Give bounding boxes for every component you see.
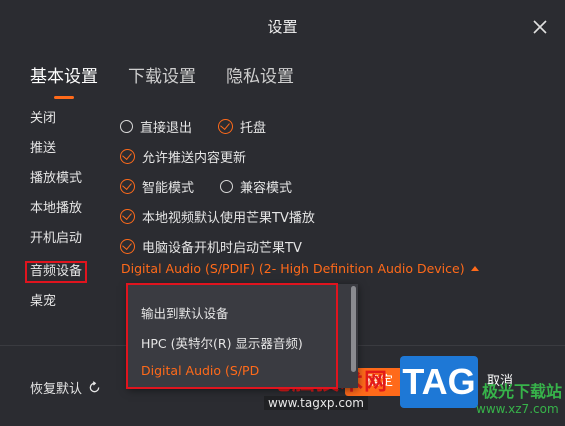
- option-label: 电脑设备开机时启动芒果TV: [142, 240, 302, 256]
- audio-device-selected: Digital Audio (S/PDIF) (2- High Definiti…: [121, 261, 465, 276]
- option-label: 智能模式: [142, 180, 195, 196]
- checkbox-checked-icon: [120, 148, 135, 164]
- settings-sidebar: 关闭 推送 播放模式 本地播放 开机启动 音频设备 桌宠: [25, 110, 88, 323]
- sidebar-item-push[interactable]: 推送: [30, 140, 87, 170]
- caret-up-icon: [470, 266, 479, 271]
- tab-bar: 基本设置 下载设置 隐私设置: [30, 62, 294, 99]
- audio-device-dropdown: 输出到默认设备 HPC (英特尔(R) 显示器音频) Digital Audio…: [128, 284, 358, 388]
- restore-label: 恢复默认: [30, 382, 83, 397]
- tab-basic-settings[interactable]: 基本设置: [30, 62, 98, 99]
- tab-privacy-settings[interactable]: 隐私设置: [226, 62, 294, 87]
- watermark-site2-url: www.xz7.com: [476, 402, 559, 416]
- dialog-title: 设置: [267, 18, 298, 36]
- option-label: 兼容模式: [240, 180, 293, 196]
- close-tray-radio[interactable]: 托盘: [218, 117, 266, 136]
- sidebar-item-autostart[interactable]: 开机启动: [30, 230, 87, 260]
- close-options-row: 直接退出 托盘: [120, 111, 341, 141]
- settings-options: 直接退出 托盘 允许推送内容更新 智能模式 兼容模式 本地视频默认使用芒果TV播…: [120, 111, 341, 261]
- tab-label: 下载设置: [128, 67, 196, 87]
- tab-download-settings[interactable]: 下载设置: [128, 62, 196, 87]
- checkbox-checked-icon: [120, 208, 135, 224]
- checkbox-checked-icon: [120, 238, 135, 254]
- push-update-checkbox[interactable]: 允许推送内容更新: [120, 147, 246, 166]
- radio-unchecked-icon: [220, 179, 234, 193]
- tag-logo: TAG: [400, 356, 478, 408]
- sidebar-item-play-mode[interactable]: 播放模式: [30, 170, 87, 200]
- close-icon[interactable]: [529, 16, 551, 38]
- local-play-row: 本地视频默认使用芒果TV播放: [120, 201, 341, 231]
- option-label: 托盘: [240, 120, 267, 136]
- push-options-row: 允许推送内容更新: [120, 141, 341, 171]
- sidebar-item-close[interactable]: 关闭: [30, 110, 87, 140]
- active-tab-indicator: [54, 96, 74, 99]
- dropdown-option-digital-audio[interactable]: Digital Audio (S/PD: [141, 363, 259, 378]
- sidebar-item-local-play[interactable]: 本地播放: [30, 200, 87, 230]
- tab-label: 基本设置: [30, 67, 98, 87]
- watermark-site-url: www.tagxp.com: [264, 396, 368, 410]
- sidebar-item-audio-device[interactable]: 音频设备: [25, 261, 88, 283]
- option-label: 本地视频默认使用芒果TV播放: [142, 210, 315, 226]
- refresh-icon: [89, 381, 100, 393]
- dropdown-option-default-device[interactable]: 输出到默认设备: [141, 303, 229, 322]
- dropdown-option-hpc[interactable]: HPC (英特尔(R) 显示器音频): [141, 333, 303, 352]
- compat-mode-radio[interactable]: 兼容模式: [220, 177, 292, 196]
- tab-label: 隐私设置: [226, 67, 294, 87]
- settings-dialog: 设置 基本设置 下载设置 隐私设置 关闭 推送 播放模式 本地播放 开机启动 音…: [0, 0, 565, 426]
- local-default-checkbox[interactable]: 本地视频默认使用芒果TV播放: [120, 207, 315, 226]
- restore-default-button[interactable]: 恢复默认: [30, 378, 101, 397]
- audio-device-select[interactable]: Digital Audio (S/PDIF) (2- High Definiti…: [121, 261, 479, 276]
- sidebar-item-desk-pet[interactable]: 桌宠: [30, 293, 87, 323]
- option-label: 允许推送内容更新: [142, 150, 247, 166]
- radio-unchecked-icon: [120, 119, 133, 133]
- smart-mode-radio[interactable]: 智能模式: [120, 177, 194, 196]
- play-mode-row: 智能模式 兼容模式: [120, 171, 341, 201]
- watermark-site2-name: 极光下载站: [482, 382, 563, 401]
- autostart-checkbox[interactable]: 电脑设备开机时启动芒果TV: [120, 237, 302, 256]
- radio-checked-icon: [218, 118, 234, 134]
- radio-checked-icon: [120, 178, 135, 194]
- close-exit-radio[interactable]: 直接退出: [120, 117, 192, 136]
- autostart-row: 电脑设备开机时启动芒果TV: [120, 231, 341, 261]
- dropdown-scrollbar[interactable]: [351, 286, 356, 372]
- option-label: 直接退出: [140, 120, 193, 136]
